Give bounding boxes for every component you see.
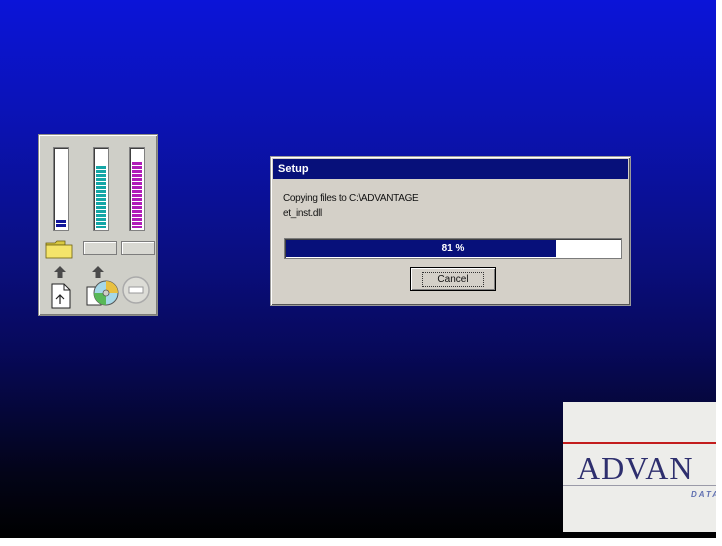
progress-label: 81 % xyxy=(441,243,465,254)
setup-dialog: Setup Copying files to C:\ADVANTAGE et_i… xyxy=(270,156,631,306)
drive-slot-1 xyxy=(83,241,117,255)
brand-subtitle: DATA xyxy=(691,490,716,499)
drive-slot-2 xyxy=(121,241,155,255)
brand-panel: ADVAN DATA xyxy=(563,402,716,532)
cd-rom-icon xyxy=(86,280,119,306)
cancel-button[interactable]: Cancel xyxy=(410,267,496,291)
current-file-name: et_inst.dll xyxy=(283,208,322,219)
copy-status-message: Copying files to C:\ADVANTAGE xyxy=(283,193,419,204)
gauge-3-level xyxy=(132,162,142,228)
gauge-2 xyxy=(93,147,109,231)
dialog-title: Setup xyxy=(273,159,628,179)
folder-icon xyxy=(45,240,73,259)
gauge-1-level xyxy=(56,219,66,228)
cancel-button-label: Cancel xyxy=(422,271,484,287)
up-arrow-icon xyxy=(54,266,66,278)
brand-divider xyxy=(563,485,716,486)
brand-red-line xyxy=(563,442,716,444)
gauge-3 xyxy=(129,147,145,231)
installer-desktop: Setup Copying files to C:\ADVANTAGE et_i… xyxy=(0,0,716,538)
brand-logo-text: ADVAN xyxy=(577,450,694,486)
install-gauges-panel xyxy=(38,134,158,316)
setup-document-icon xyxy=(51,283,71,309)
progress-bar: 81 % xyxy=(284,238,622,259)
gauge-1 xyxy=(53,147,69,231)
disk-drive-icon xyxy=(122,276,150,304)
gauge-2-level xyxy=(96,166,106,228)
